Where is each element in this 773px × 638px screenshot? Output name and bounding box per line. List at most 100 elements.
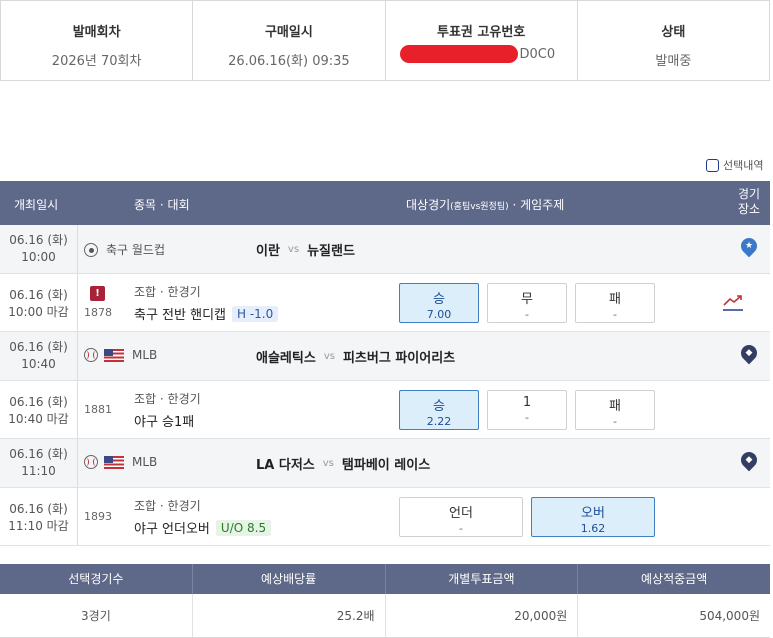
summary-values: 3경기 25.2배 20,000원 504,000원: [0, 594, 770, 638]
divider: [77, 225, 78, 273]
info-label: 투표권 고유번호: [437, 25, 526, 40]
vs-label: vs: [323, 351, 335, 362]
option-over[interactable]: 오버 1.62: [531, 497, 655, 537]
header-date: 개최일시: [14, 198, 59, 212]
sport-info: MLB: [84, 348, 157, 362]
bet-name: 축구 전반 핸디캡 H -1.0: [134, 304, 279, 323]
time-text: 10:00: [21, 250, 56, 264]
header-event: 종목 · 대회: [134, 198, 190, 212]
info-round: 발매회차 2026년 70회차: [1, 1, 194, 80]
bet-name-text: 축구 전반 핸디캡: [134, 308, 226, 323]
option-odds: -: [525, 411, 529, 424]
handicap-tag: H -1.0: [232, 305, 279, 322]
option-one[interactable]: 1 -: [487, 390, 567, 430]
info-value: 발매중: [655, 54, 692, 69]
divider: [77, 439, 78, 487]
bet-summary-table: 선택경기수 예상배당률 개별투표금액 예상적중금액 3경기 25.2배 20,0…: [0, 564, 770, 638]
match-teams: 이란 vs 뉴질랜드: [256, 240, 355, 259]
us-flag-icon: [104, 455, 124, 469]
deadline-text: 10:00 마감: [8, 305, 69, 319]
match-teams: 애슬레틱스 vs 피츠버그 파이어리츠: [256, 347, 455, 366]
game-number: 1893: [84, 510, 112, 523]
game-number: 1878: [84, 306, 112, 319]
home-team: 애슬레틱스: [256, 351, 316, 366]
header-venue-1: 경기: [737, 187, 761, 201]
date-text: 06.16 (화): [9, 288, 68, 302]
deadline-text: 10:40 마감: [8, 412, 69, 426]
date-text: 06.16 (화): [9, 395, 68, 409]
selection-checkbox[interactable]: 선택내역: [706, 157, 763, 173]
game-row: 06.16 (화) 11:10 MLB LA 다저스 vs 탬파베이 레이스 ◆: [0, 439, 770, 488]
summary-header-cell: 선택경기수: [0, 564, 193, 594]
game-table: 개최일시 종목 · 대회 대상경기(홈팀vs원정팀) · 게임주제 경기 장소 0…: [0, 181, 770, 546]
option-win[interactable]: 승 2.22: [399, 390, 479, 430]
option-odds: -: [613, 415, 617, 428]
bet-deadline: 06.16 (화) 10:40 마감: [0, 394, 77, 428]
game-date: 06.16 (화) 10:40: [0, 339, 77, 373]
option-lose[interactable]: 패 -: [575, 283, 655, 323]
date-text: 06.16 (화): [9, 502, 68, 516]
table-header: 개최일시 종목 · 대회 대상경기(홈팀vs원정팀) · 게임주제 경기 장소: [0, 181, 770, 225]
info-ticket-id: 투표권 고유번호 D0C0: [386, 1, 578, 80]
sport-name: MLB: [132, 455, 158, 469]
info-label: 구매일시: [264, 25, 313, 40]
checkbox-box[interactable]: [706, 158, 719, 172]
bet-type: 조합 · 한경기: [134, 499, 201, 513]
summary-header-cell: 개별투표금액: [386, 564, 579, 594]
location-pin-icon[interactable]: ◆: [737, 341, 761, 365]
home-team: LA 다저스: [256, 458, 315, 473]
star-pin-icon[interactable]: ★: [737, 234, 761, 258]
option-label: 1: [522, 395, 532, 410]
header-match: 대상경기(홈팀vs원정팀) · 게임주제: [406, 196, 564, 213]
bet-type: 조합 · 한경기: [134, 392, 201, 406]
warning-icon: !: [90, 286, 105, 301]
expected-odds: 25.2배: [193, 594, 386, 637]
trend-chart-icon[interactable]: [722, 292, 744, 312]
match-teams: LA 다저스 vs 탬파베이 레이스: [256, 454, 430, 473]
header-match-sub: (홈팀vs원정팀): [450, 202, 509, 212]
selected-game-count: 3경기: [0, 594, 193, 637]
time-text: 10:40: [21, 357, 56, 371]
checkbox-label: 선택내역: [723, 159, 764, 172]
time-text: 11:10: [21, 464, 56, 478]
bet-name-text: 야구 승1패: [134, 415, 195, 430]
info-purchase-time: 구매일시 26.06.16(화) 09:35: [193, 1, 386, 80]
option-odds: 1.62: [580, 522, 606, 535]
game-date: 06.16 (화) 11:10: [0, 446, 77, 480]
location-pin-icon[interactable]: ◆: [737, 448, 761, 472]
summary-header-cell: 예상배당률: [193, 564, 386, 594]
bet-row: 06.16 (화) 10:00 마감 ! 1878 조합 · 한경기 축구 전반 …: [0, 274, 770, 332]
option-label: 승: [433, 399, 445, 414]
sport-info: 축구 월드컵: [84, 241, 165, 258]
option-lose[interactable]: 패 -: [575, 390, 655, 430]
away-team: 뉴질랜드: [307, 244, 355, 259]
game-row: 06.16 (화) 10:40 MLB 애슬레틱스 vs 피츠버그 파이어리츠 ◆: [0, 332, 770, 381]
bet-type: 조합 · 한경기: [134, 285, 201, 299]
divider: [77, 274, 78, 331]
home-team: 이란: [256, 244, 280, 259]
divider: [77, 488, 78, 545]
divider: [77, 332, 78, 380]
header-venue: 경기 장소: [730, 187, 768, 217]
bet-name-text: 야구 언더오버: [134, 522, 210, 537]
bet-deadline: 06.16 (화) 10:00 마감: [0, 287, 77, 321]
info-value: D0C0: [519, 47, 556, 62]
option-under[interactable]: 언더 -: [399, 497, 523, 537]
expected-payout: 504,000원: [699, 609, 760, 623]
option-label: 언더: [449, 506, 473, 521]
away-team: 탬파베이 레이스: [341, 458, 431, 473]
option-odds: 2.22: [426, 415, 452, 428]
option-win[interactable]: 승 7.00: [399, 283, 479, 323]
option-label: 패: [609, 399, 621, 414]
summary-header: 선택경기수 예상배당률 개별투표금액 예상적중금액: [0, 564, 770, 594]
info-label: 상태: [661, 25, 686, 40]
option-label: 오버: [581, 506, 605, 521]
sport-name: MLB: [132, 348, 158, 362]
divider: [77, 381, 78, 438]
under-over-tag: U/O 8.5: [215, 519, 272, 536]
sport-name: 축구 월드컵: [106, 243, 166, 257]
ticket-info-table: 발매회차 2026년 70회차 구매일시 26.06.16(화) 09:35 투…: [0, 0, 770, 81]
game-row: 06.16 (화) 10:00 축구 월드컵 이란 vs 뉴질랜드 ★: [0, 225, 770, 274]
info-value: 26.06.16(화) 09:35: [228, 54, 350, 69]
option-draw[interactable]: 무 -: [487, 283, 567, 323]
